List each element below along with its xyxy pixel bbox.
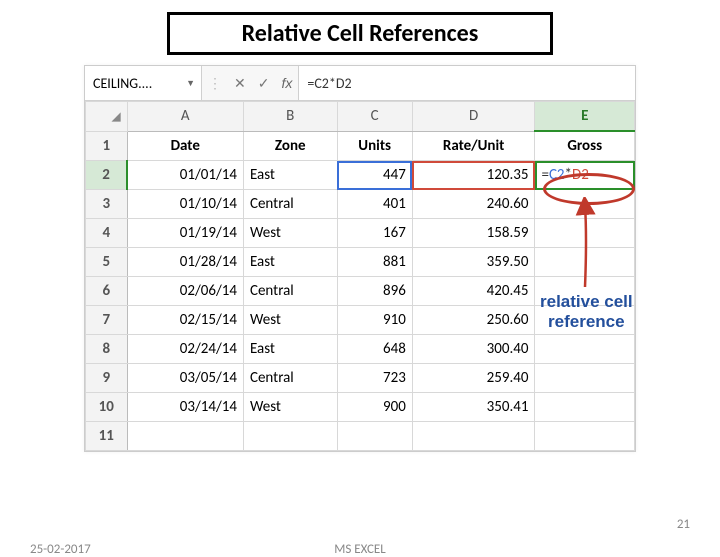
- cell-c10[interactable]: 900: [337, 393, 412, 422]
- cell-a3[interactable]: 01/10/14: [127, 190, 243, 219]
- cell-b6[interactable]: Central: [243, 277, 337, 306]
- footer-center: MS EXCEL: [334, 542, 386, 557]
- cell-a5[interactable]: 01/28/14: [127, 248, 243, 277]
- cell-a9[interactable]: 03/05/14: [127, 364, 243, 393]
- cell-a8[interactable]: 02/24/14: [127, 335, 243, 364]
- cell-d11[interactable]: [412, 422, 535, 451]
- footer-date: 25-02-2017: [30, 542, 91, 557]
- cell-c7[interactable]: 910: [337, 306, 412, 335]
- cell-a10[interactable]: 03/14/14: [127, 393, 243, 422]
- name-box-dropdown-icon[interactable]: ▼: [186, 78, 195, 89]
- cell-c3[interactable]: 401: [337, 190, 412, 219]
- cell-e2[interactable]: =C2*D2: [535, 161, 635, 190]
- cell-c11[interactable]: [337, 422, 412, 451]
- cancel-icon[interactable]: ✕: [234, 75, 246, 92]
- cell-b3[interactable]: Central: [243, 190, 337, 219]
- row-head-11[interactable]: 11: [86, 422, 128, 451]
- cell-b4[interactable]: West: [243, 219, 337, 248]
- confirm-icon[interactable]: ✓: [258, 75, 270, 92]
- cell-b2[interactable]: East: [243, 161, 337, 190]
- footer-page: 21: [677, 517, 690, 532]
- cell-b7[interactable]: West: [243, 306, 337, 335]
- row-head-4[interactable]: 4: [86, 219, 128, 248]
- cell-a7[interactable]: 02/15/14: [127, 306, 243, 335]
- formula-input[interactable]: =C2*D2: [299, 66, 635, 100]
- excel-screenshot: CEILING.... ▼ ⋮ ✕ ✓ fx =C2*D2 ◢ A B C D …: [84, 65, 636, 452]
- cell-b8[interactable]: East: [243, 335, 337, 364]
- annotation-text: relative cell reference: [540, 292, 633, 333]
- cell-a4[interactable]: 01/19/14: [127, 219, 243, 248]
- row-head-1[interactable]: 1: [86, 131, 128, 161]
- col-head-e[interactable]: E: [535, 102, 635, 132]
- row-head-10[interactable]: 10: [86, 393, 128, 422]
- cell-a1[interactable]: Date: [127, 131, 243, 161]
- cell-d6[interactable]: 420.45: [412, 277, 535, 306]
- formula-text: =C2*D2: [307, 75, 351, 92]
- worksheet-grid[interactable]: ◢ A B C D E 1 Date Zone Units Rate/Unit …: [85, 101, 635, 451]
- cell-c9[interactable]: 723: [337, 364, 412, 393]
- cell-c6[interactable]: 896: [337, 277, 412, 306]
- cell-e8[interactable]: [535, 335, 635, 364]
- cell-d10[interactable]: 350.41: [412, 393, 535, 422]
- cell-e11[interactable]: [535, 422, 635, 451]
- row-head-9[interactable]: 9: [86, 364, 128, 393]
- row-head-5[interactable]: 5: [86, 248, 128, 277]
- cell-e2-formula: =C2*D2: [541, 166, 588, 184]
- cell-e1[interactable]: Gross: [535, 131, 635, 161]
- cell-d8[interactable]: 300.40: [412, 335, 535, 364]
- cell-b11[interactable]: [243, 422, 337, 451]
- cell-c4[interactable]: 167: [337, 219, 412, 248]
- cell-b10[interactable]: West: [243, 393, 337, 422]
- cell-c8[interactable]: 648: [337, 335, 412, 364]
- cell-e3[interactable]: [535, 190, 635, 219]
- cell-e9[interactable]: [535, 364, 635, 393]
- cell-d7[interactable]: 250.60: [412, 306, 535, 335]
- cell-d2[interactable]: 120.35: [412, 161, 535, 190]
- name-box[interactable]: CEILING.... ▼: [85, 66, 202, 100]
- row-head-2[interactable]: 2: [86, 161, 128, 190]
- formula-tools: ⋮ ✕ ✓ fx: [202, 66, 299, 100]
- dots-icon: ⋮: [208, 75, 222, 92]
- cell-a11[interactable]: [127, 422, 243, 451]
- cell-d4[interactable]: 158.59: [412, 219, 535, 248]
- cell-b1[interactable]: Zone: [243, 131, 337, 161]
- col-head-c[interactable]: C: [337, 102, 412, 132]
- slide-title: Relative Cell References: [167, 12, 553, 55]
- formula-bar: CEILING.... ▼ ⋮ ✕ ✓ fx =C2*D2: [85, 66, 635, 101]
- cell-b9[interactable]: Central: [243, 364, 337, 393]
- fx-icon[interactable]: fx: [281, 75, 292, 91]
- name-box-text: CEILING....: [93, 75, 152, 92]
- col-head-d[interactable]: D: [412, 102, 535, 132]
- cell-c1[interactable]: Units: [337, 131, 412, 161]
- cell-e10[interactable]: [535, 393, 635, 422]
- cell-c5[interactable]: 881: [337, 248, 412, 277]
- col-head-b[interactable]: B: [243, 102, 337, 132]
- row-head-3[interactable]: 3: [86, 190, 128, 219]
- cell-d1[interactable]: Rate/Unit: [412, 131, 535, 161]
- cell-a6[interactable]: 02/06/14: [127, 277, 243, 306]
- cell-b5[interactable]: East: [243, 248, 337, 277]
- col-head-a[interactable]: A: [127, 102, 243, 132]
- cell-d3[interactable]: 240.60: [412, 190, 535, 219]
- row-head-6[interactable]: 6: [86, 277, 128, 306]
- cell-e4[interactable]: [535, 219, 635, 248]
- cell-d5[interactable]: 359.50: [412, 248, 535, 277]
- row-head-8[interactable]: 8: [86, 335, 128, 364]
- cell-c2[interactable]: 447: [337, 161, 412, 190]
- select-all-corner[interactable]: ◢: [86, 102, 128, 132]
- row-head-7[interactable]: 7: [86, 306, 128, 335]
- cell-e5[interactable]: [535, 248, 635, 277]
- cell-a2[interactable]: 01/01/14: [127, 161, 243, 190]
- cell-d9[interactable]: 259.40: [412, 364, 535, 393]
